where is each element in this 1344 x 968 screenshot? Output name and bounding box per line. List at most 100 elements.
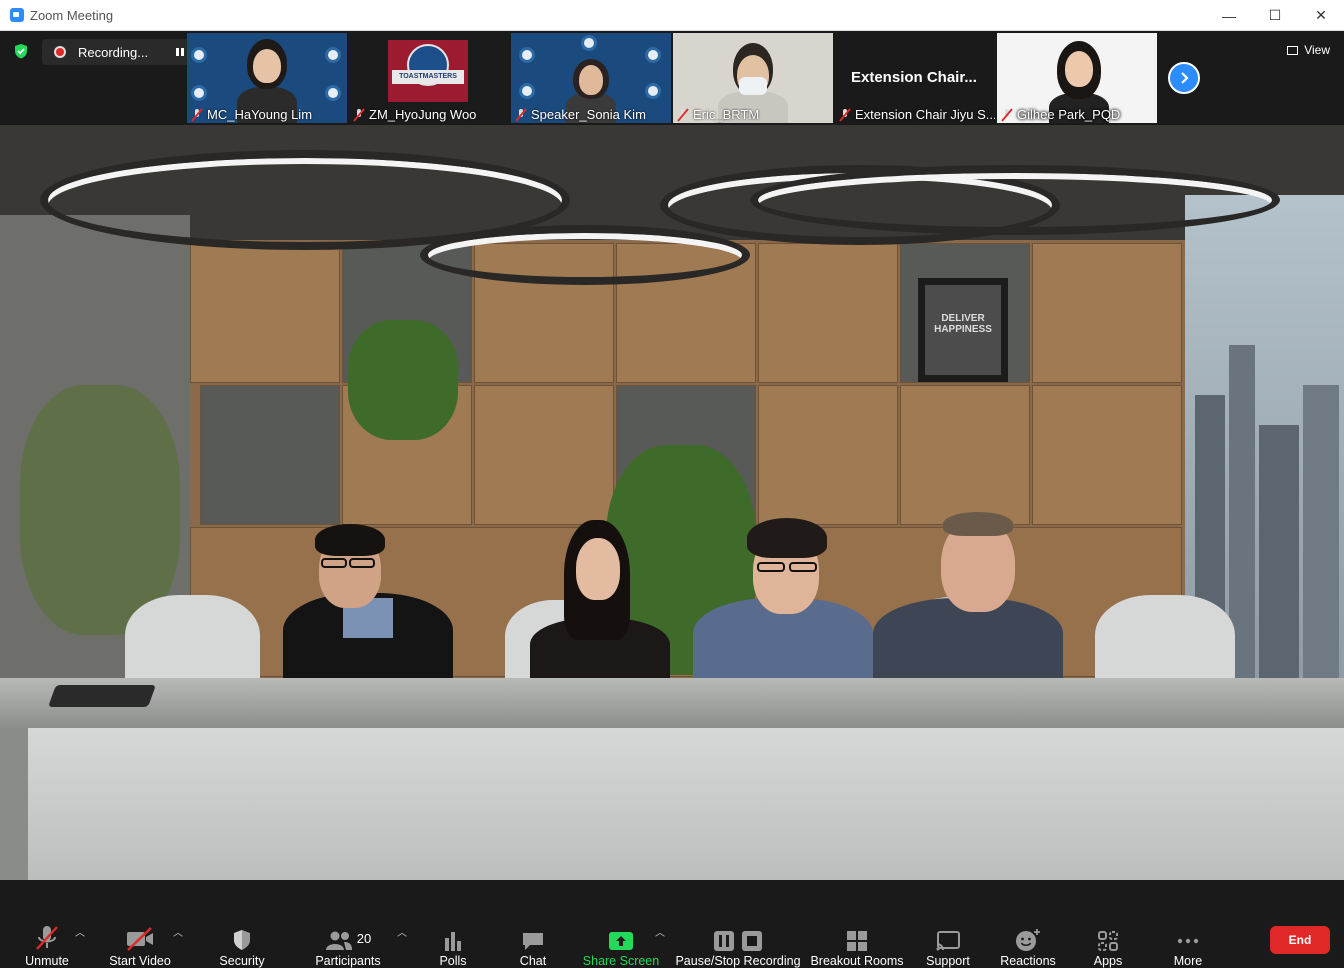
participant-strip: Recording... MC_HaYoung Lim TOASTMASTERS… (0, 31, 1344, 125)
video-off-icon (127, 927, 153, 951)
participant-tile[interactable]: MC_HaYoung Lim (187, 33, 347, 123)
toastmasters-logo-icon (325, 47, 341, 63)
next-page-button[interactable] (1168, 62, 1200, 94)
participant-name-label: MC_HaYoung Lim (207, 107, 313, 122)
stop-icon (742, 931, 762, 951)
person-hair (747, 518, 827, 558)
wall-panel (900, 385, 1030, 525)
participant-name: MC_HaYoung Lim (191, 107, 312, 122)
table-tablet (47, 685, 157, 707)
pause-stop-recording-label: Pause/Stop Recording (675, 954, 801, 968)
more-button[interactable]: More (1168, 880, 1208, 968)
share-options-caret-icon[interactable]: ︿ (655, 924, 665, 939)
participant-tile[interactable]: Gilhee Park_PQD (997, 33, 1157, 123)
participant-tile[interactable]: Eric_BRTM (673, 33, 833, 123)
wall-panel (758, 385, 898, 525)
tb-icon-wrap (1015, 918, 1041, 952)
ceiling-light (750, 165, 1280, 235)
person-hair (943, 512, 1013, 536)
wall-poster: DELIVER HAPPINESS (918, 278, 1008, 382)
participant-name-label: Extension Chair Jiyu S... (855, 107, 995, 122)
breakout-rooms-label: Breakout Rooms (810, 954, 904, 968)
toastmasters-logo-icon (325, 85, 341, 101)
muted-mic-icon (677, 107, 689, 122)
participant-name-label: ZM_HyoJung Woo (369, 107, 477, 122)
share-screen-button[interactable]: Share Screen (583, 880, 659, 968)
pause-stop-recording-button[interactable]: Pause/Stop Recording (675, 880, 801, 968)
start-video-button[interactable]: Start Video (105, 880, 175, 968)
building (1259, 425, 1299, 685)
reactions-smiley-icon (1016, 929, 1040, 951)
end-meeting-button[interactable]: End (1270, 926, 1330, 954)
wall-panel (1032, 385, 1182, 525)
reactions-button[interactable]: Reactions (998, 880, 1058, 968)
start-video-label: Start Video (109, 954, 171, 968)
view-grid-icon (1287, 45, 1299, 55)
chat-button[interactable]: Chat (512, 880, 554, 968)
tb-icon-wrap (713, 918, 763, 952)
participant-name-label: Gilhee Park_PQD (1017, 107, 1121, 122)
participants-label: Participants (315, 954, 381, 968)
apps-button[interactable]: Apps (1088, 880, 1128, 968)
support-button[interactable]: Support (922, 880, 974, 968)
view-button[interactable]: View (1287, 43, 1330, 57)
participant-name: Eric_BRTM (677, 107, 759, 122)
maximize-button[interactable]: ☐ (1252, 0, 1298, 31)
building (1303, 385, 1339, 685)
more-label: More (1173, 954, 1203, 968)
tb-icon-wrap (1097, 918, 1119, 952)
chevron-right-icon (1181, 72, 1189, 84)
toastmasters-logo-icon (519, 83, 535, 99)
breakout-rooms-button[interactable]: Breakout Rooms (810, 880, 904, 968)
recording-dot-icon (54, 46, 66, 58)
participant-name: Gilhee Park_PQD (1001, 107, 1120, 122)
toastmasters-logo: TOASTMASTERS (388, 40, 468, 102)
participant-display-title: Extension Chair... (851, 69, 977, 86)
poster-text: DELIVER HAPPINESS (925, 285, 1001, 375)
toastmasters-logo-text: TOASTMASTERS (392, 70, 464, 84)
security-shield-icon (234, 930, 250, 950)
security-button[interactable]: Security (214, 880, 270, 968)
participant-video (253, 49, 281, 83)
participant-person (530, 510, 670, 678)
participant-tile[interactable]: Speaker_Sonia Kim (511, 33, 671, 123)
pause-recording-icon[interactable] (174, 46, 186, 58)
minimize-button[interactable]: — (1206, 0, 1252, 31)
toastmasters-logo-icon (519, 47, 535, 63)
unmute-label: Unmute (25, 954, 69, 968)
participant-person (873, 510, 1063, 678)
audio-options-caret-icon[interactable]: ︿ (75, 924, 85, 939)
unmute-button[interactable]: Unmute (18, 880, 76, 968)
wall-panel (758, 243, 898, 383)
encryption-shield-icon[interactable] (13, 43, 29, 59)
wall-panel (190, 243, 340, 383)
toastmasters-logo-icon (581, 35, 597, 51)
video-options-caret-icon[interactable]: ︿ (173, 924, 183, 939)
tb-icon-wrap (231, 918, 253, 952)
participants-count: 20 (356, 931, 372, 946)
close-button[interactable]: ✕ (1298, 0, 1344, 31)
participant-name: ZM_HyoJung Woo (353, 107, 476, 122)
polls-button[interactable]: Polls (432, 880, 474, 968)
wall-panel (200, 385, 340, 525)
toastmasters-logo-icon (191, 85, 207, 101)
participant-name-label: Speaker_Sonia Kim (531, 107, 646, 122)
wall-panel (474, 385, 614, 525)
tb-icon-wrap: 20 (325, 918, 371, 952)
participant-video (579, 65, 603, 95)
view-button-label: View (1304, 43, 1330, 57)
conference-table (0, 678, 1344, 728)
muted-mic-icon (839, 107, 851, 122)
tb-icon-wrap (608, 918, 634, 952)
chat-label: Chat (519, 954, 547, 968)
participants-button[interactable]: 20 Participants (312, 880, 384, 968)
wall-panel (1032, 243, 1182, 383)
participant-name-label: Eric_BRTM (693, 107, 760, 122)
zoom-app-icon (10, 8, 24, 22)
face-mask (739, 77, 767, 95)
participants-options-caret-icon[interactable]: ︿ (397, 924, 407, 939)
virtual-background (0, 728, 28, 880)
glasses (321, 558, 347, 568)
participant-tile[interactable]: TOASTMASTERS ZM_HyoJung Woo (349, 33, 509, 123)
participant-tile[interactable]: Extension Chair... Extension Chair Jiyu … (835, 33, 995, 123)
